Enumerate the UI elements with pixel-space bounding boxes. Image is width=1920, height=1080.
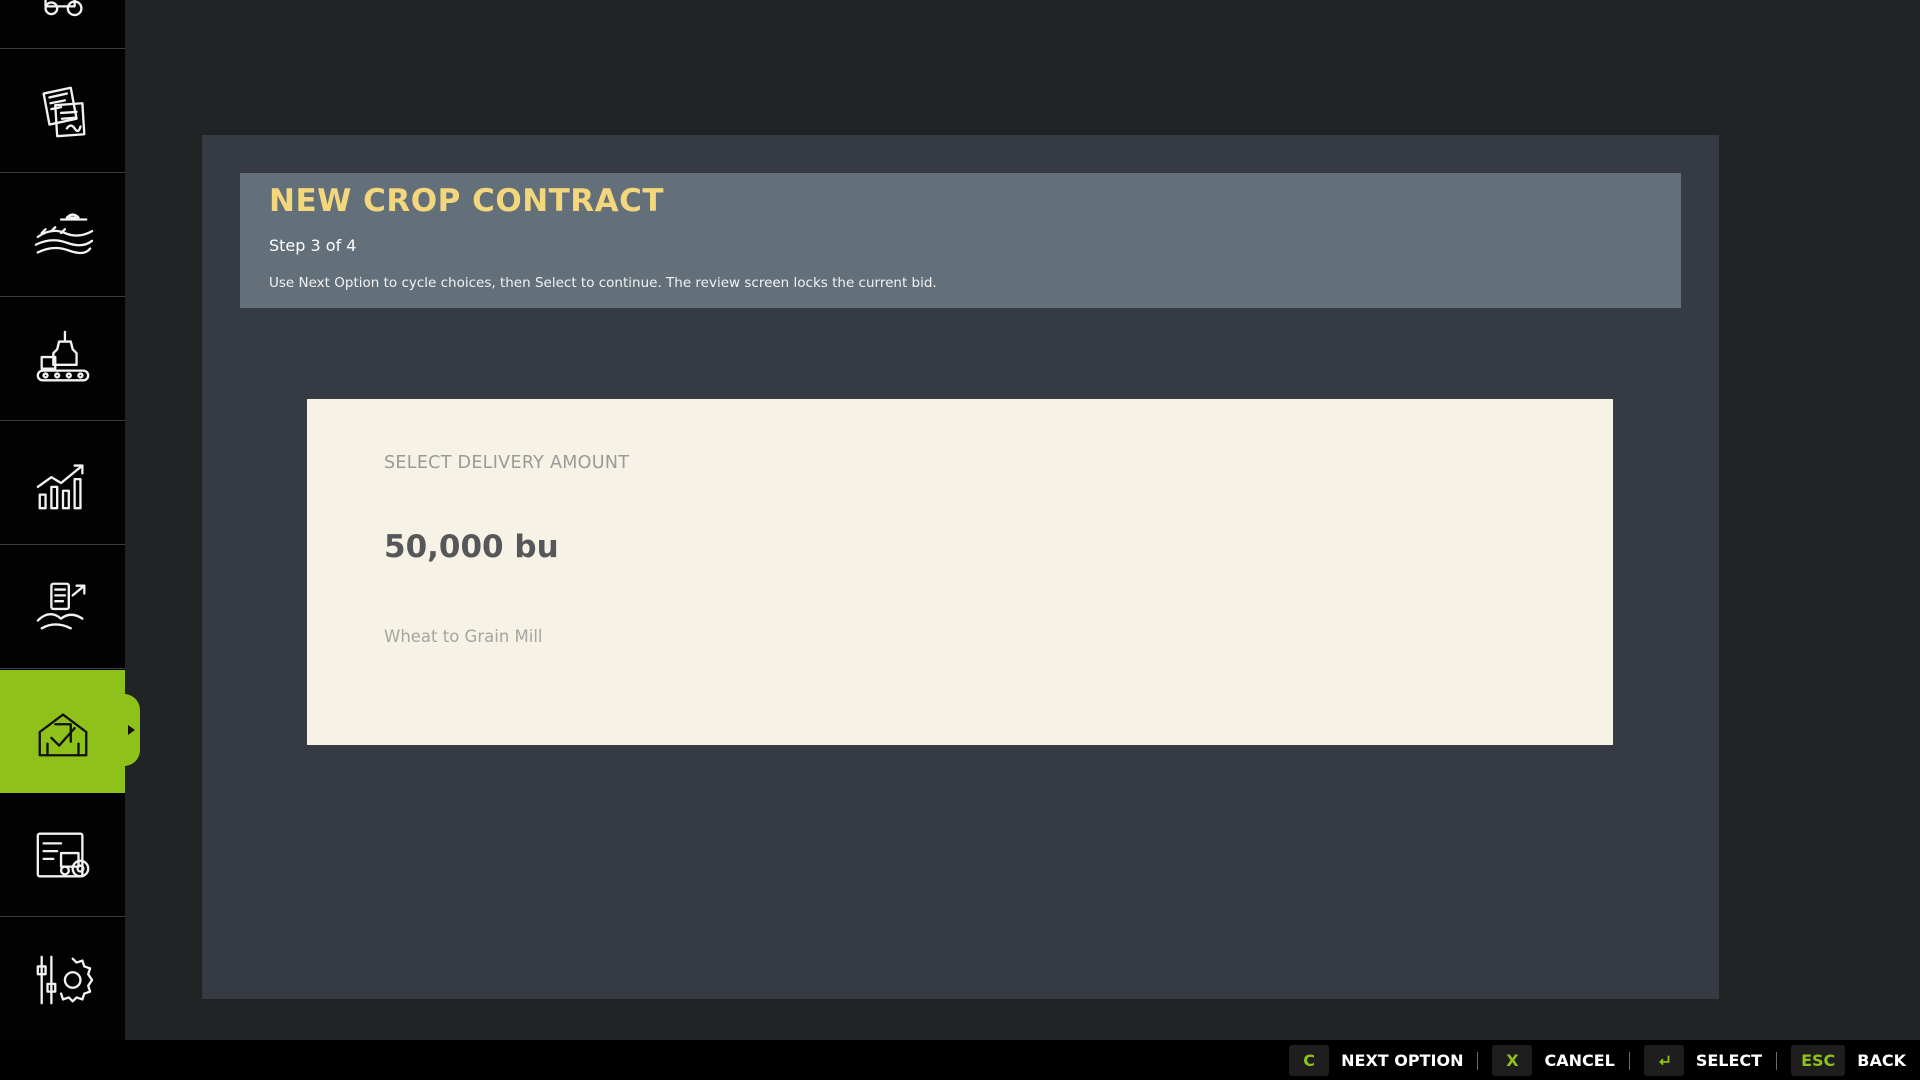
- fields-icon: [34, 213, 93, 255]
- next-option-hint[interactable]: C NEXT OPTION: [1289, 1045, 1463, 1076]
- contract-panel: NEW CROP CONTRACT Step 3 of 4 Use Next O…: [202, 135, 1719, 999]
- sidebar-item-production[interactable]: [0, 298, 125, 421]
- sidebar: [0, 0, 140, 1041]
- key-c: C: [1289, 1045, 1330, 1076]
- sidebar-item-prices[interactable]: [0, 422, 125, 545]
- settings-icon: [36, 955, 93, 1004]
- back-hint[interactable]: ESC BACK: [1791, 1045, 1906, 1076]
- select-hint[interactable]: SELECT: [1643, 1045, 1763, 1076]
- back-label: BACK: [1857, 1051, 1906, 1070]
- sidebar-item-contracts[interactable]: [0, 50, 125, 173]
- divider: [1477, 1051, 1479, 1070]
- page-title: NEW CROP CONTRACT: [269, 183, 665, 219]
- step-indicator: Step 3 of 4: [269, 236, 357, 255]
- cancel-label: CANCEL: [1544, 1051, 1615, 1070]
- option-subtitle: Wheat to Grain Mill: [384, 627, 543, 646]
- cancel-hint[interactable]: X CANCEL: [1492, 1045, 1615, 1076]
- active-arrow-icon: [128, 725, 135, 735]
- sidebar-item-vehicles[interactable]: [0, 0, 125, 49]
- divider: [1628, 1051, 1630, 1070]
- select-label: SELECT: [1695, 1051, 1763, 1070]
- vehicle-shop-icon: [36, 832, 89, 878]
- sidebar-item-vehicle-shop[interactable]: [0, 794, 125, 917]
- contract-header: NEW CROP CONTRACT Step 3 of 4 Use Next O…: [240, 173, 1681, 308]
- contracts-document-icon: [41, 86, 85, 138]
- key-x: X: [1492, 1045, 1533, 1076]
- prices-chart-icon: [36, 464, 84, 510]
- sidebar-item-finances[interactable]: [0, 546, 125, 669]
- contract-market-icon: [38, 712, 87, 756]
- divider: [1776, 1051, 1778, 1070]
- tractor-icon: [43, 0, 83, 17]
- sidebar-item-settings[interactable]: [0, 918, 125, 1041]
- option-value: 50,000 bu: [384, 529, 559, 565]
- sidebar-item-contract-market[interactable]: [0, 670, 125, 793]
- delivery-amount-card[interactable]: SELECT DELIVERY AMOUNT 50,000 bu Wheat t…: [307, 399, 1613, 745]
- sidebar-item-fields[interactable]: [0, 174, 125, 297]
- next-option-label: NEXT OPTION: [1341, 1051, 1464, 1070]
- finances-icon: [36, 582, 85, 630]
- option-label: SELECT DELIVERY AMOUNT: [384, 453, 630, 473]
- enter-key-icon: [1643, 1045, 1684, 1076]
- instructions-text: Use Next Option to cycle choices, then S…: [269, 275, 937, 291]
- production-icon: [36, 330, 89, 382]
- control-hints-bar: C NEXT OPTION X CANCEL SELECT ESC BACK: [0, 1040, 1920, 1080]
- key-esc: ESC: [1791, 1045, 1846, 1076]
